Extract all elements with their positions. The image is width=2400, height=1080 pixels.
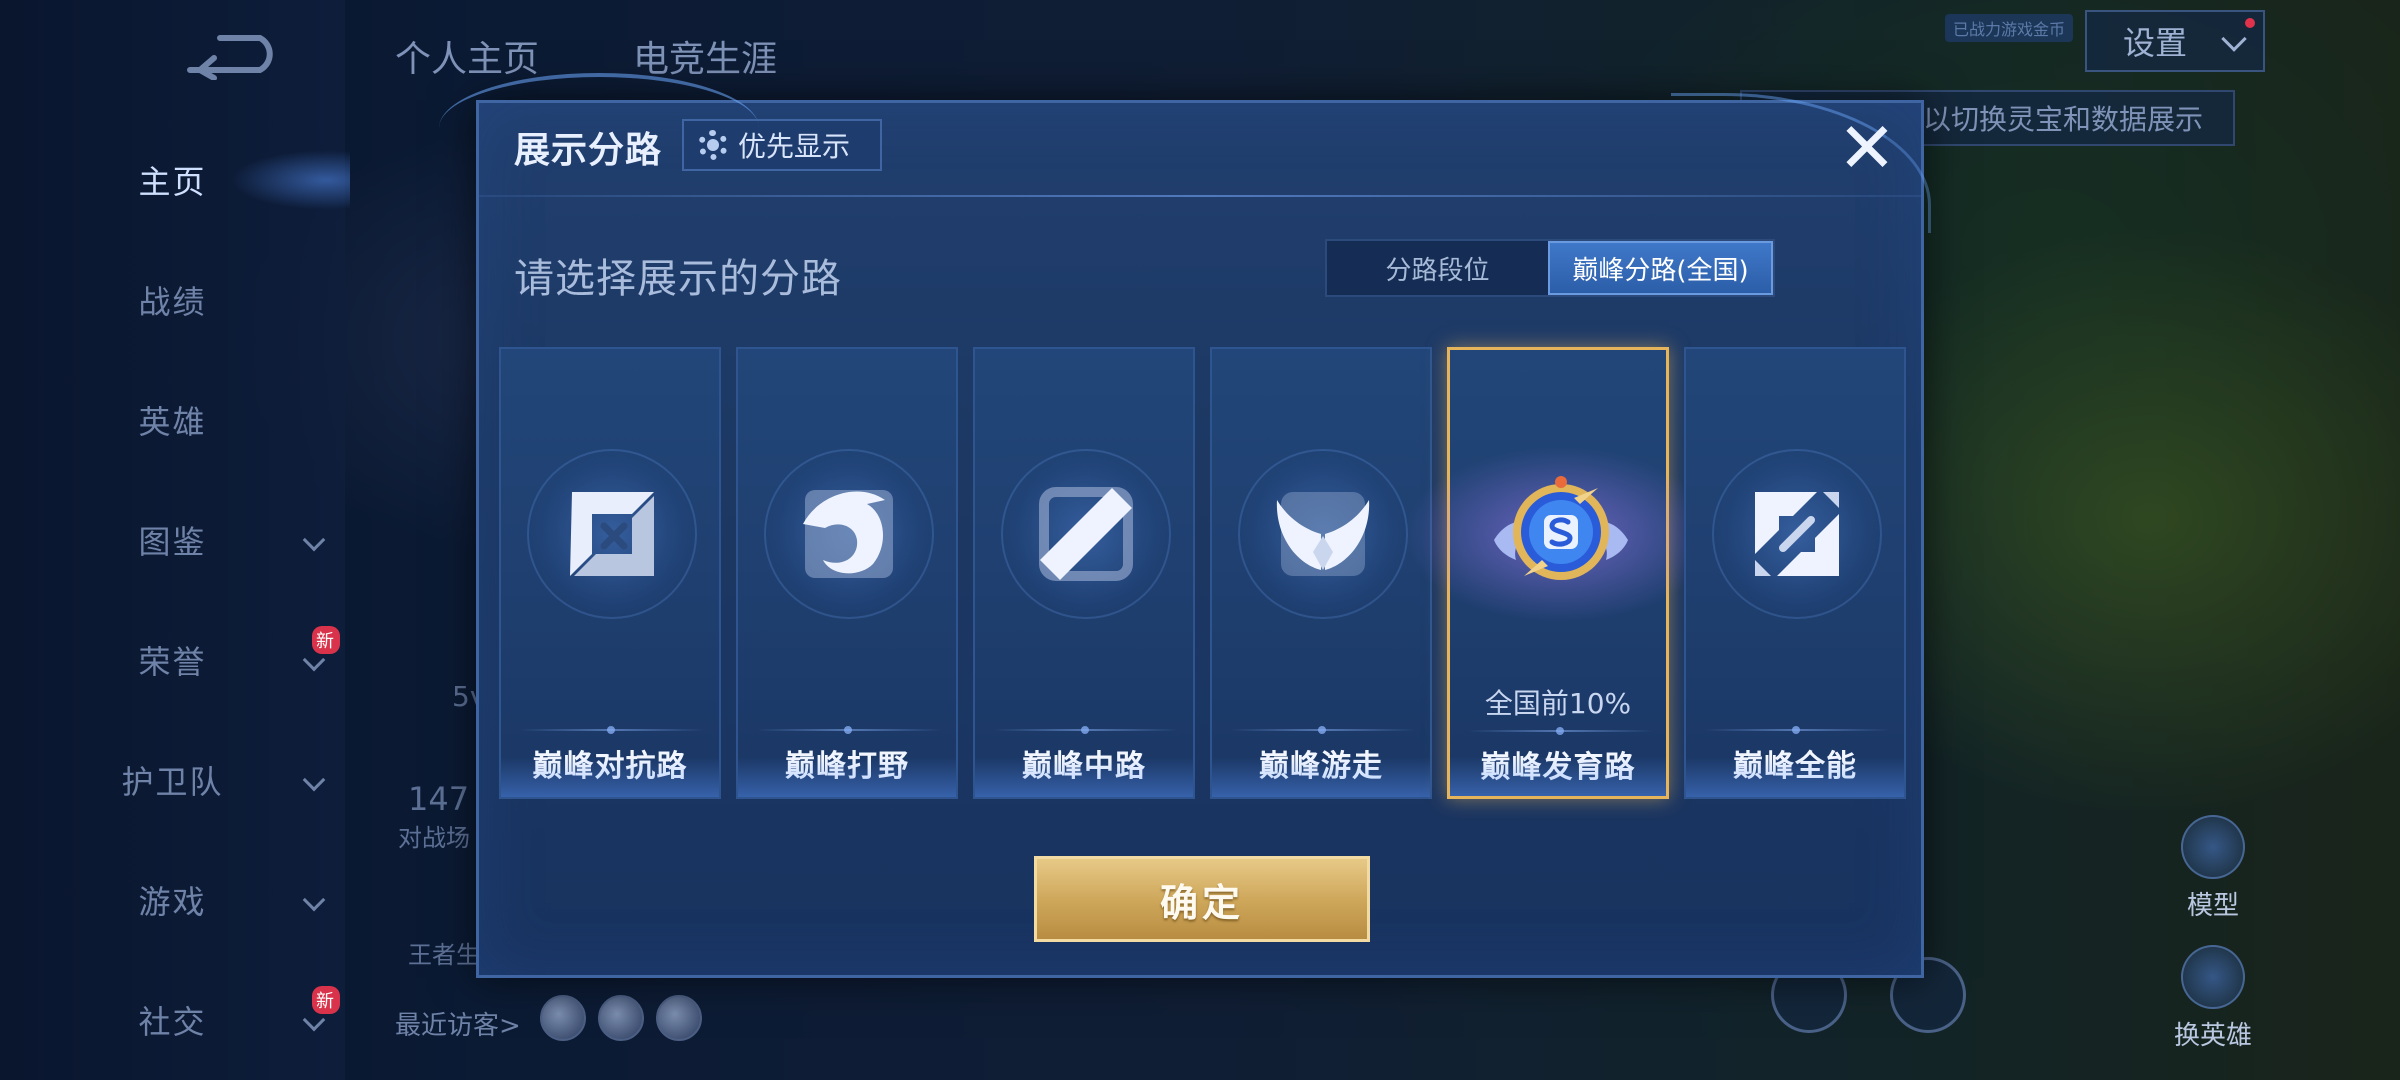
tab-label: 分路段位 <box>1385 255 1490 286</box>
tab-label: 巅峰分路(全国) <box>1572 255 1749 286</box>
nav-item-label: 图鉴 <box>138 523 207 561</box>
chevron-down-icon <box>302 528 326 552</box>
nav-item-guard-team[interactable]: 护卫队 <box>0 750 345 810</box>
left-navigation: 主页 战绩 英雄 图鉴 荣誉 新 护卫队 游戏 社交 新 <box>0 0 350 1080</box>
roam-wings-icon <box>1276 492 1370 576</box>
card-glow <box>738 757 956 797</box>
nav-item-label: 英雄 <box>138 403 207 441</box>
faded-glory-text: 王者生 <box>408 941 480 969</box>
mid-lane-icon <box>1039 487 1133 581</box>
tab-lane-rank[interactable]: 分路段位 <box>1327 241 1548 295</box>
card-glow <box>501 757 719 797</box>
nav-item-honor[interactable]: 荣誉 新 <box>0 626 345 690</box>
tab-peak-lane-national[interactable]: 巅峰分路(全国) <box>1548 241 1773 295</box>
back-arrow-icon[interactable] <box>180 30 280 80</box>
dialog-title: 展示分路 <box>514 130 663 171</box>
nav-item-record[interactable]: 战绩 <box>0 270 345 330</box>
nav-item-gallery[interactable]: 图鉴 <box>0 510 345 570</box>
change-hero-button[interactable]: 换英雄 <box>2158 945 2268 1052</box>
nav-item-heroes[interactable]: 英雄 <box>0 390 345 450</box>
avatar[interactable] <box>598 995 644 1041</box>
card-glow <box>1686 757 1904 797</box>
chevron-down-icon <box>302 768 326 792</box>
settings-button[interactable]: 设置 <box>2085 10 2265 72</box>
header-divider <box>479 195 1921 197</box>
priority-display-button[interactable]: 优先显示 <box>682 119 882 171</box>
clash-lane-icon <box>570 492 654 576</box>
nav-item-games[interactable]: 游戏 <box>0 870 345 930</box>
nav-item-label: 主页 <box>138 163 207 201</box>
model-figure-icon <box>2181 815 2245 879</box>
nav-item-home[interactable]: 主页 <box>0 150 345 210</box>
change-hero-label: 换英雄 <box>2173 1021 2252 1051</box>
card-divider <box>1704 726 1890 734</box>
avatar[interactable] <box>540 995 586 1041</box>
notification-dot <box>2245 18 2255 28</box>
tab-career[interactable]: 电竞生涯 <box>633 30 777 82</box>
new-badge: 新 <box>312 986 340 1014</box>
faded-stat: 147 <box>408 780 470 818</box>
lane-card-all-round[interactable]: 巅峰全能 <box>1684 347 1906 799</box>
jungle-dragon-icon <box>803 490 893 578</box>
status-tag: 已战力游戏金币 <box>1945 14 2074 42</box>
nav-item-label: 社交 <box>138 1003 207 1041</box>
faded-stat-label: 对战场 <box>398 824 470 852</box>
lane-card-mid[interactable]: 巅峰中路 <box>973 347 1195 799</box>
new-badge: 新 <box>312 626 340 654</box>
farm-lane-rank-emblem-icon <box>1494 476 1628 580</box>
change-hero-flame-icon <box>2181 945 2245 1009</box>
card-glow <box>1450 756 1666 796</box>
tab-profile[interactable]: 个人主页 <box>395 30 539 82</box>
chevron-down-icon <box>302 888 326 912</box>
close-icon[interactable]: ✕ <box>1834 113 1900 183</box>
lane-display-dialog: 展示分路 优先显示 ✕ 请选择展示的分路 分路段位 巅峰分路(全国) 巅峰对抗路 <box>439 73 1931 978</box>
card-divider <box>993 726 1179 734</box>
model-label: 模型 <box>2186 891 2239 921</box>
gear-icon <box>698 130 728 160</box>
nav-item-label: 护卫队 <box>121 763 224 801</box>
priority-label: 优先显示 <box>738 130 851 163</box>
lane-card-farm[interactable]: 全国前10% 巅峰发育路 <box>1390 347 1730 799</box>
card-divider <box>1230 726 1416 734</box>
chevron-down-icon <box>2221 26 2247 52</box>
card-divider <box>519 726 705 734</box>
nav-item-social[interactable]: 社交 新 <box>0 986 345 1050</box>
card-glow <box>1212 757 1430 797</box>
settings-label: 设置 <box>2123 24 2188 62</box>
lane-card-clash[interactable]: 巅峰对抗路 <box>499 347 721 799</box>
lane-card-jungle[interactable]: 巅峰打野 <box>736 347 958 799</box>
card-glow <box>975 757 1193 797</box>
lane-card-list: 巅峰对抗路 巅峰打野 巅峰中路 <box>499 347 1909 799</box>
model-button[interactable]: 模型 <box>2158 815 2268 922</box>
all-round-icon <box>1755 492 1839 576</box>
select-lane-prompt: 请选择展示的分路 <box>514 256 842 302</box>
nav-item-label: 战绩 <box>138 283 207 321</box>
avatar[interactable] <box>656 995 702 1041</box>
nav-item-label: 游戏 <box>138 883 207 921</box>
lane-mode-toggle: 分路段位 巅峰分路(全国) <box>1325 239 1775 297</box>
rank-percent-text: 全国前10% <box>1484 687 1632 720</box>
confirm-button[interactable]: 确定 <box>1034 856 1370 942</box>
card-divider <box>756 726 942 734</box>
recent-visitors-link[interactable]: 最近访客> <box>395 1005 521 1042</box>
card-divider <box>1468 727 1654 735</box>
nav-item-label: 荣誉 <box>138 643 207 681</box>
